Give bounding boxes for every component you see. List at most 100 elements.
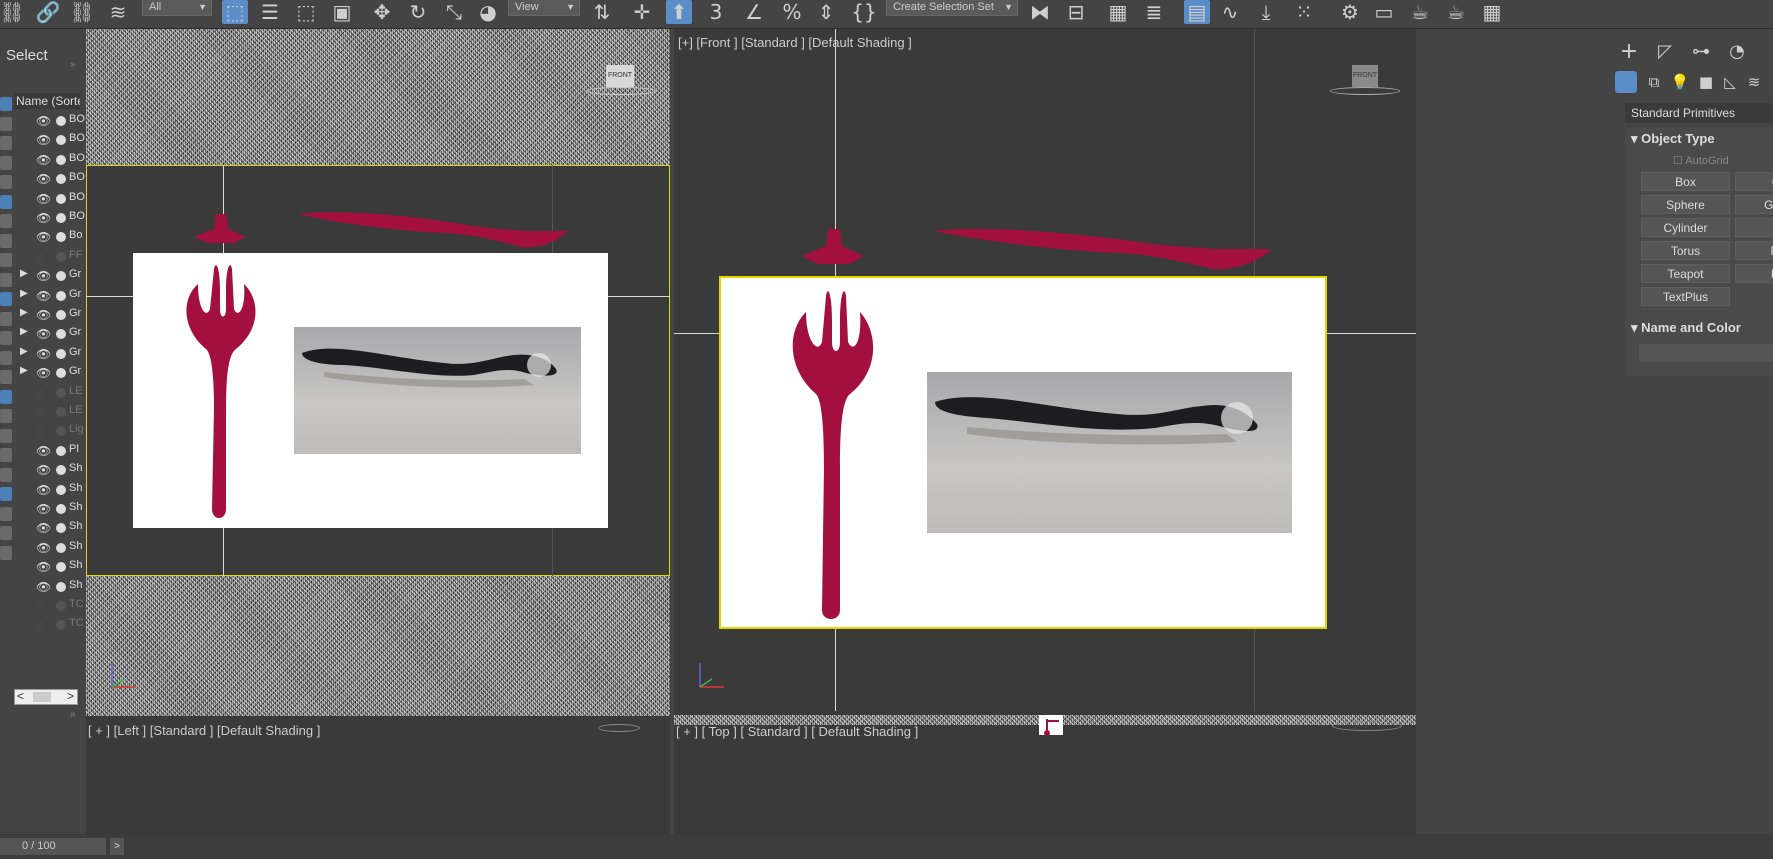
visibility-eye-icon[interactable]: 👁 (36, 153, 51, 167)
teapot-button[interactable]: Teapot (1641, 264, 1730, 283)
explorer-filter-icon[interactable] (0, 311, 12, 326)
curve-editor-icon[interactable]: ∿ (1218, 0, 1242, 24)
spacewarps-category-icon[interactable]: ≋ (1743, 69, 1765, 95)
select-object-icon[interactable]: ⬚ (222, 0, 248, 24)
explorer-filter-icon[interactable] (0, 272, 12, 287)
explorer-row[interactable]: 👁 BO (0, 169, 90, 188)
align-icon[interactable]: ⊟ (1064, 0, 1088, 24)
visibility-eye-icon[interactable]: 👁 (36, 347, 51, 361)
visibility-eye-icon[interactable]: 👁 (36, 327, 51, 341)
explorer-filter-icon[interactable] (0, 350, 12, 365)
edit-named-selection-icon[interactable]: {} (851, 0, 876, 24)
freeze-dot-icon[interactable] (56, 271, 66, 282)
visibility-eye-icon[interactable]: 👁 (36, 133, 51, 147)
name-and-color-heading[interactable]: ▾ Name and Color (1631, 320, 1741, 336)
visibility-eye-icon[interactable]: ◌ (36, 618, 43, 632)
render-setup-icon[interactable]: ⚙ (1338, 0, 1362, 24)
spinner-snap-icon[interactable]: ⇕ (814, 0, 838, 24)
freeze-dot-icon[interactable] (56, 348, 66, 359)
autogrid-checkbox[interactable]: ☐ AutoGrid (1673, 154, 1729, 167)
visibility-eye-icon[interactable]: ◌ (36, 424, 43, 438)
explorer-horizontal-scrollbar[interactable]: < > (14, 689, 78, 705)
geosphere-button[interactable]: GeoS (1735, 195, 1773, 214)
explorer-row[interactable]: 👁 BO (0, 208, 90, 227)
explorer-filter-icon[interactable] (0, 487, 12, 501)
object-name-field[interactable] (1639, 344, 1773, 362)
expand-arrow-icon[interactable]: ▶ (20, 307, 28, 318)
freeze-dot-icon[interactable] (56, 562, 66, 573)
viewport-label-top[interactable]: [ + ] [ Top ] [ Standard ] [ Default Sha… (676, 724, 918, 739)
visibility-eye-icon[interactable]: 👁 (36, 289, 51, 303)
window-crossing-icon[interactable]: ▣ (330, 0, 354, 24)
named-selection-set-dropdown[interactable]: Create Selection Set ▼ (886, 0, 1018, 16)
material-editor-icon[interactable]: ⁙ (1292, 0, 1316, 24)
visibility-eye-icon[interactable]: 👁 (36, 269, 51, 283)
explorer-filter-icon[interactable] (0, 97, 12, 111)
explorer-filter-icon[interactable] (0, 116, 12, 131)
explorer-filter-icon[interactable] (0, 370, 12, 384)
cylinder-button[interactable]: Cylinder (1641, 218, 1730, 237)
cameras-category-icon[interactable]: ■ (1695, 69, 1717, 95)
freeze-dot-icon[interactable] (56, 426, 66, 437)
next-frame-icon[interactable]: > (110, 838, 124, 855)
spoon-side-mesh-front[interactable] (932, 225, 1277, 275)
explorer-row[interactable]: 👁 Sh (0, 577, 90, 596)
pivot-center-icon[interactable]: ⇅ (590, 0, 614, 24)
reference-coordinate-dropdown[interactable]: View ▼ (508, 0, 580, 16)
fork-mesh-front[interactable] (782, 224, 892, 624)
freeze-dot-icon[interactable] (56, 154, 66, 165)
visibility-eye-icon[interactable]: 👁 (36, 560, 51, 574)
expand-arrow-icon[interactable]: ▶ (20, 268, 28, 279)
expand-arrow-icon[interactable]: ▶ (20, 346, 28, 357)
explorer-filter-icon[interactable] (0, 467, 12, 482)
select-by-name-icon[interactable]: ☰ (258, 0, 282, 24)
hierarchy-tab-icon[interactable]: ⊶ (1689, 37, 1713, 65)
torus-button[interactable]: Torus (1641, 241, 1730, 260)
helpers-category-icon[interactable]: ◺ (1719, 69, 1741, 95)
freeze-dot-icon[interactable] (56, 407, 66, 417)
visibility-eye-icon[interactable]: ◌ (36, 405, 43, 419)
explorer-filter-icon[interactable] (0, 506, 12, 521)
explorer-filter-icon[interactable] (0, 155, 12, 170)
visibility-eye-icon[interactable]: 👁 (36, 172, 51, 186)
viewcube[interactable]: FRONT (606, 65, 634, 87)
explorer-row[interactable]: ▶ 👁 Gr (0, 344, 90, 363)
viewport-front[interactable]: [+] [Front ] [Standard ] [Default Shadin… (674, 29, 1416, 835)
collapse-chevron-icon[interactable]: » (70, 59, 76, 70)
explorer-row[interactable]: 👁 Bo (0, 227, 90, 246)
visibility-eye-icon[interactable]: 👁 (36, 114, 51, 128)
explorer-row[interactable]: 👁 BO (0, 189, 90, 208)
selection-filter-dropdown[interactable]: All ▼ (142, 0, 212, 16)
explorer-row[interactable]: ◌ LE (0, 402, 90, 421)
visibility-eye-icon[interactable]: 👁 (36, 521, 51, 535)
visibility-eye-icon[interactable]: ◌ (36, 599, 43, 613)
render-iterative-icon[interactable]: ☕ (1444, 0, 1468, 24)
freeze-dot-icon[interactable] (56, 601, 66, 611)
explorer-row[interactable]: ▶ 👁 Gr (0, 266, 90, 285)
plane-button[interactable]: Pla (1735, 264, 1773, 283)
visibility-eye-icon[interactable]: 👁 (36, 211, 51, 225)
layer-explorer-icon[interactable]: ≣ (1142, 0, 1166, 24)
angle-snap-icon[interactable]: ∠ (742, 0, 766, 24)
expand-chevron-icon[interactable]: » (70, 709, 76, 720)
visibility-eye-icon[interactable]: 👁 (36, 541, 51, 555)
render-production-icon[interactable]: ☕ (1408, 0, 1432, 24)
visibility-eye-icon[interactable]: 👁 (36, 580, 51, 594)
toggle-scene-explorer-icon[interactable]: ▦ (1106, 0, 1130, 24)
explorer-row[interactable]: ▶ 👁 Gr (0, 286, 90, 305)
create-tab-icon[interactable]: + (1617, 37, 1641, 65)
explorer-filter-icon[interactable] (0, 292, 12, 306)
explorer-filter-icon[interactable] (0, 175, 12, 189)
rotate-icon[interactable]: ↻ (406, 0, 430, 24)
explorer-row[interactable]: 👁 Pl (0, 441, 90, 460)
object-type-heading[interactable]: ▾ Object Type (1631, 131, 1715, 147)
place-icon[interactable]: ◕ (476, 0, 500, 24)
explorer-filter-icon[interactable] (0, 545, 12, 560)
freeze-dot-icon[interactable] (56, 620, 66, 631)
explorer-filter-icon[interactable] (0, 331, 12, 345)
freeze-dot-icon[interactable] (56, 581, 66, 592)
explorer-row[interactable]: ◌ TC (0, 596, 90, 615)
viewcube-compass[interactable] (586, 87, 656, 95)
visibility-eye-icon[interactable]: ◌ (36, 386, 43, 400)
viewport-left[interactable]: FRONT [ + ] [Left ] [Standard ] [Default… (86, 29, 670, 835)
